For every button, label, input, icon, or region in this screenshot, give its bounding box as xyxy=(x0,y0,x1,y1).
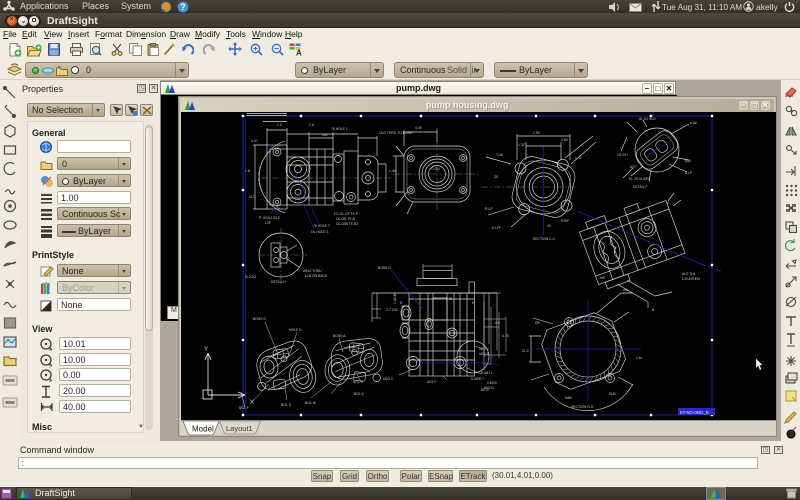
svg-text:OL.GB TE.B: OL.GB TE.B xyxy=(336,217,356,221)
svg-text:BG1 W: BG1 W xyxy=(305,401,317,405)
svg-text:5LM: 5LM xyxy=(609,392,616,396)
svg-text:R.LP: R.LP xyxy=(485,207,493,211)
svg-text:#DD C: #DD C xyxy=(479,347,490,351)
svg-text:?: ? xyxy=(180,2,186,12)
svg-text:BOSS A: BOSS A xyxy=(333,334,346,338)
svg-text:1.42: 1.42 xyxy=(575,156,582,160)
svg-text:2.83: 2.83 xyxy=(561,138,568,142)
svg-text:HOLE D: HOLE D xyxy=(289,328,302,332)
svg-text:A: A xyxy=(296,49,302,57)
svg-text:X: X xyxy=(250,400,254,406)
svg-text:#R4Z THRU: #R4Z THRU xyxy=(303,269,322,273)
svg-text:4.75: 4.75 xyxy=(502,334,509,338)
svg-text:SECTION G-G: SECTION G-G xyxy=(571,405,594,409)
svg-text:#.##: #.## xyxy=(690,121,697,125)
svg-text:LLB ON BACK: LLB ON BACK xyxy=(305,274,328,278)
svg-text:DETAIL H: DETAIL H xyxy=(271,280,286,284)
svg-text:LJ0 AYEEM: LJ0 AYEEM xyxy=(682,277,700,281)
svg-text:BIL B: BIL B xyxy=(481,388,489,392)
svg-text:1.32: 1.32 xyxy=(518,143,525,147)
svg-text:O1.91?: O1.91? xyxy=(617,153,628,157)
svg-text:BG1 F: BG1 F xyxy=(239,406,249,410)
svg-text:76 HOLE 7: 76 HOLE 7 xyxy=(313,224,330,228)
svg-text:1.6: 1.6 xyxy=(309,123,314,127)
svg-text:1.0: 1.0 xyxy=(277,123,282,127)
svg-text:0.4000 ?: 0.4000 ? xyxy=(471,377,484,381)
svg-text:BOSS H: BOSS H xyxy=(378,266,391,270)
svg-text:2-7.234: 2-7.234 xyxy=(386,308,398,312)
svg-text:L3F: L3F xyxy=(265,221,271,225)
svg-text:P: #GG4 63.2: P: #GG4 63.2 xyxy=(259,216,280,220)
svg-text:E: E xyxy=(400,301,403,305)
svg-text:L.B: L.B xyxy=(245,169,251,173)
svg-text:4L7: 4L7 xyxy=(249,195,255,199)
svg-text:#1.9.2 9LD: #1.9.2 9LD xyxy=(639,117,656,121)
svg-text:AG?: AG? xyxy=(630,165,637,169)
svg-text:.200: .200 xyxy=(321,133,328,137)
svg-text:2.95: 2.95 xyxy=(533,131,540,135)
svg-text:OL HOLE 3: OL HOLE 3 xyxy=(311,230,329,234)
svg-text:B: B xyxy=(652,308,655,312)
svg-text:FC OL.OF TE.F: FC OL.OF TE.F xyxy=(334,212,358,216)
svg-text:BOSS G: BOSS G xyxy=(253,317,266,321)
svg-text:BG1 G: BG1 G xyxy=(281,403,292,407)
svg-text:D: K2G: D: K2G xyxy=(245,275,256,279)
svg-text:R.BP: R.BP xyxy=(561,219,570,223)
svg-text:#DD A: #DD A xyxy=(479,352,490,356)
svg-text:Layout1: Layout1 xyxy=(226,424,253,433)
svg-text:1.AC4B: 1.AC4B xyxy=(393,292,397,304)
svg-text:1.M: 1.M xyxy=(636,356,642,360)
svg-text:O.OU: O.OU xyxy=(431,167,440,171)
svg-text:Y: Y xyxy=(204,347,208,353)
svg-text:HB: HB xyxy=(600,276,605,280)
svg-text:#G1 F: #G1 F xyxy=(427,380,436,384)
svg-text:OL.LBB TE.BZ: OL.LBB TE.BZ xyxy=(336,222,358,226)
svg-text:Z5: Z5 xyxy=(494,175,498,179)
svg-text:B.AB1 L: B.AB1 L xyxy=(481,371,493,375)
svg-text:#LO THL: #LO THL xyxy=(682,272,696,276)
svg-text:4.4?: 4.4? xyxy=(251,139,258,143)
svg-text:43: 43 xyxy=(547,224,551,228)
svg-text:#M: #M xyxy=(623,288,628,292)
svg-text:1.44: 1.44 xyxy=(389,169,396,173)
svg-text:EL.70 4L.BP4: EL.70 4L.BP4 xyxy=(629,177,650,181)
svg-text:2L.2: 2L.2 xyxy=(522,349,529,353)
svg-text:F?B: F?B xyxy=(446,297,453,301)
svg-text:Model: Model xyxy=(192,425,214,434)
svg-text:DETAIL F: DETAIL F xyxy=(633,185,648,189)
svg-text:OLD THRD TO BORE: OLD THRD TO BORE xyxy=(379,131,413,135)
svg-text:T.LB: T.LB xyxy=(496,153,504,157)
svg-text:BG1 A: BG1 A xyxy=(354,392,365,396)
svg-text:#DG C: #DG C xyxy=(383,377,394,381)
svg-text:K.LFF: K.LFF xyxy=(492,226,501,230)
svg-text:BG1 E: BG1 E xyxy=(353,380,364,384)
svg-text:#: # xyxy=(667,201,669,205)
svg-text:ET-NO-0902_B: ET-NO-0902_B xyxy=(680,410,709,415)
svg-text:B.LP: B.LP xyxy=(685,171,693,175)
svg-text:0.4000: 0.4000 xyxy=(487,381,497,385)
svg-text:SECTION C-C: SECTION C-C xyxy=(533,237,556,241)
svg-text:EB: EB xyxy=(535,321,540,325)
svg-text:MM: MM xyxy=(685,159,691,163)
svg-text:76 HOLE 1: 76 HOLE 1 xyxy=(331,127,348,131)
svg-text:4.30: 4.30 xyxy=(415,126,422,130)
svg-text:9dM: 9dM xyxy=(565,396,572,400)
